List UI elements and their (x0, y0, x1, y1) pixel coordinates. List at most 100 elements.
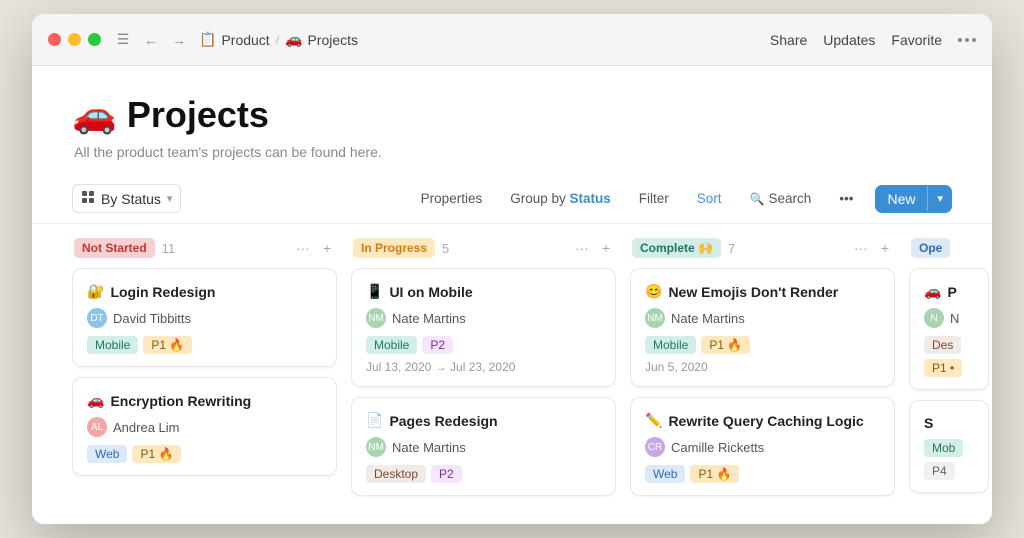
card-tags: MobileP1 🔥 (645, 336, 880, 354)
updates-button[interactable]: Updates (823, 32, 875, 48)
properties-button[interactable]: Properties (415, 187, 489, 210)
avatar: NM (645, 308, 665, 328)
card-tag: P1 🔥 (690, 465, 739, 483)
column-open: Ope🚗PNNDesP1 •SMobP4 (909, 238, 989, 524)
projects-icon: 🚗 (285, 31, 302, 48)
card-icon: 🚗 (87, 392, 104, 409)
assignee-name: Camille Ricketts (671, 440, 764, 455)
column-count: 7 (728, 241, 735, 256)
column-more-button[interactable]: ··· (571, 238, 593, 258)
close-button[interactable] (48, 33, 61, 46)
forward-icon[interactable]: → (169, 30, 189, 50)
card-icon: 🚗 (924, 283, 941, 300)
card-title: ✏️Rewrite Query Caching Logic (645, 412, 880, 429)
new-button-label: New (875, 185, 927, 213)
card-date: Jun 5, 2020 (645, 360, 880, 374)
card[interactable]: ✏️Rewrite Query Caching Logic CR Camille R… (630, 397, 895, 496)
page-header: 🚗 Projects All the product team's projec… (32, 66, 992, 176)
more-toolbar-button[interactable]: ••• (833, 187, 859, 210)
grid-view-icon (81, 190, 95, 207)
assignee-name: Andrea Lim (113, 420, 179, 435)
card-title-text: P (947, 284, 956, 300)
maximize-button[interactable] (88, 33, 101, 46)
card-tag: Mobile (366, 336, 417, 354)
chevron-down-icon: ▾ (167, 192, 173, 205)
card-tag: P1 🔥 (132, 445, 181, 463)
group-by-button[interactable]: Group by Status (504, 187, 617, 210)
card-assignee: DTDavid Tibbitts (87, 308, 322, 328)
card-tag: P4 (924, 462, 955, 480)
breadcrumb-product[interactable]: 📋 Product (199, 31, 270, 48)
view-selector[interactable]: By Status ▾ (72, 184, 181, 213)
back-icon[interactable]: ← (141, 30, 161, 50)
card-title: 😊New Emojis Don't Render (645, 283, 880, 300)
card-icon: 📄 (366, 412, 383, 429)
card-title: 📱UI on Mobile (366, 283, 601, 300)
new-dropdown-icon[interactable]: ▾ (927, 186, 952, 211)
favorite-button[interactable]: Favorite (891, 32, 942, 48)
titlebar: ☰ ← → 📋 Product / 🚗 Projects Share Updat… (32, 14, 992, 66)
nav-icons: ☰ ← → (113, 30, 189, 50)
page-title-text: Projects (127, 94, 269, 136)
card-title-text: Login Redesign (110, 284, 215, 300)
card-date: Jul 13, 2020 → Jul 23, 2020 (366, 360, 601, 374)
breadcrumb-projects[interactable]: 🚗 Projects (285, 31, 358, 48)
column-header-in-progress: In Progress5···+ (351, 238, 616, 258)
card[interactable]: 📄Pages RedesignNMNate MartinsDesktopP2 (351, 397, 616, 496)
column-status-badge: In Progress (353, 238, 435, 258)
share-button[interactable]: Share (770, 32, 807, 48)
card-icon: 📱 (366, 283, 383, 300)
sort-button[interactable]: Sort (691, 187, 728, 210)
hamburger-icon[interactable]: ☰ (113, 30, 133, 50)
avatar: NM (366, 308, 386, 328)
card[interactable]: SMobP4 (909, 400, 989, 493)
card[interactable]: 🔐Login RedesignDTDavid TibbittsMobileP1 … (72, 268, 337, 367)
cards-container-in-progress: 📱UI on MobileNMNate MartinsMobileP2Jul 1… (351, 268, 616, 524)
card-assignee: NMNate Martins (366, 308, 601, 328)
column-header-not-started: Not Started11···+ (72, 238, 337, 258)
filter-button[interactable]: Filter (633, 187, 675, 210)
new-button[interactable]: New ▾ (875, 185, 952, 213)
assignee-name: Nate Martins (392, 440, 466, 455)
card-tag: Desktop (366, 465, 426, 483)
column-more-button[interactable]: ··· (850, 238, 872, 258)
column-more-button[interactable]: ··· (292, 238, 314, 258)
card[interactable]: 📱UI on MobileNMNate MartinsMobileP2Jul 1… (351, 268, 616, 387)
card[interactable]: 🚗PNNDesP1 • (909, 268, 989, 390)
card-tags: MobP4 (924, 439, 974, 480)
view-label: By Status (101, 191, 161, 207)
avatar: N (924, 308, 944, 328)
minimize-button[interactable] (68, 33, 81, 46)
card[interactable]: 😊New Emojis Don't RenderNMNate MartinsMo… (630, 268, 895, 387)
more-options-button[interactable] (958, 38, 976, 42)
card-title: 📄Pages Redesign (366, 412, 601, 429)
board-wrapper: Not Started11···+🔐Login RedesignDTDavid … (32, 224, 992, 524)
page-content: 🚗 Projects All the product team's projec… (32, 66, 992, 524)
column-count: 11 (162, 241, 176, 256)
page-emoji-icon: 🚗 (72, 94, 117, 136)
card-assignee: AL Andrea Lim (87, 417, 322, 437)
column-header-open: Ope (909, 238, 989, 258)
column-add-button[interactable]: + (319, 238, 335, 258)
titlebar-actions: Share Updates Favorite (770, 32, 976, 48)
search-icon: 🔍 (750, 192, 765, 206)
card-tag: Web (645, 465, 685, 483)
search-button[interactable]: 🔍 Search (744, 187, 818, 210)
page-title: 🚗 Projects (72, 94, 952, 136)
avatar: AL (87, 417, 107, 437)
card[interactable]: 🚗Encryption RewritingALAndrea LimWebP1 🔥 (72, 377, 337, 476)
card-title: 🚗P (924, 283, 974, 300)
card-title: 🚗Encryption Rewriting (87, 392, 322, 409)
column-header-actions: ···+ (292, 238, 335, 258)
avatar: CR (645, 437, 665, 457)
cards-container-complete: 😊New Emojis Don't RenderNMNate MartinsMo… (630, 268, 895, 524)
column-add-button[interactable]: + (598, 238, 614, 258)
app-window: ☰ ← → 📋 Product / 🚗 Projects Share Updat… (32, 14, 992, 524)
card-tag: Mobile (87, 336, 138, 354)
breadcrumb: 📋 Product / 🚗 Projects (199, 31, 770, 48)
card-tags: DesP1 • (924, 336, 974, 377)
card-tag: P2 (431, 465, 462, 483)
column-add-button[interactable]: + (877, 238, 893, 258)
breadcrumb-projects-label: Projects (307, 32, 358, 48)
card-assignee: CR Camille Ricketts (645, 437, 880, 457)
